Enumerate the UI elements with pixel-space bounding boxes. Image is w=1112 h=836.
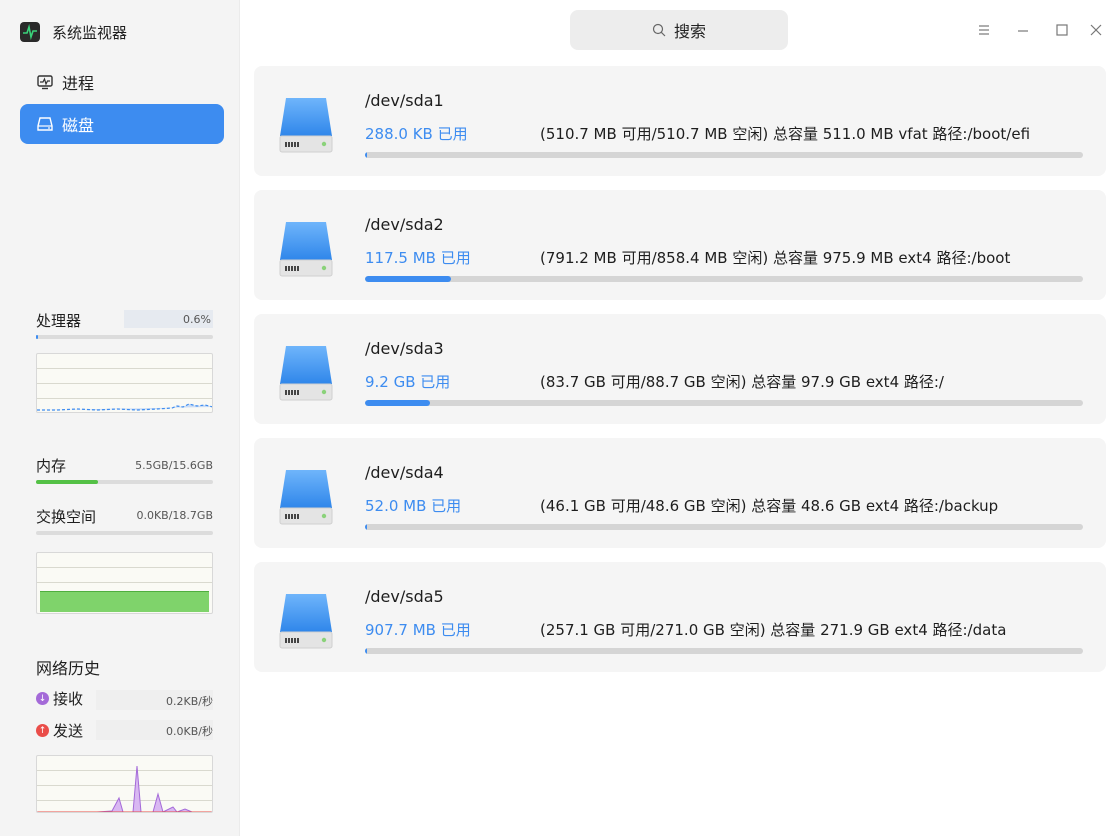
close-icon [1090, 24, 1102, 36]
cpu-usage-fill [36, 335, 38, 339]
network-send-legend: ↑ 发送 [36, 720, 83, 741]
maximize-button[interactable] [1050, 18, 1074, 42]
network-history-title: 网络历史 [36, 659, 101, 678]
close-button[interactable] [1084, 18, 1108, 42]
cpu-history-graph [36, 353, 213, 413]
disk-info: (46.1 GB 可用/48.6 GB 空闲) 总容量 48.6 GB ext4… [540, 497, 999, 515]
disk-name: /dev/sda4 [365, 463, 444, 482]
arrow-up-icon: ↑ [36, 724, 49, 737]
disk-usage-bar [365, 276, 1083, 282]
disk-info: (257.1 GB 可用/271.0 GB 空闲) 总容量 271.9 GB e… [540, 621, 1007, 639]
send-value: 0.0KB/秒 [166, 725, 213, 738]
memory-usage-fill [36, 480, 98, 484]
memory-usage-bar [36, 480, 213, 484]
sidebar-item-label: 磁盘 [62, 116, 95, 135]
network-receive-legend: ↓ 接收 [36, 688, 83, 709]
cpu-label: 处理器 [36, 312, 82, 330]
disk-used: 288.0 KB 已用 [365, 125, 468, 143]
sidebar-item-disk[interactable]: 磁盘 [20, 104, 224, 144]
disk-usage-fill [365, 648, 368, 654]
receive-label: 接收 [53, 690, 84, 708]
search-icon [652, 23, 666, 37]
disk-card[interactable]: /dev/sda4 52.0 MB 已用 (46.1 GB 可用/48.6 GB… [254, 438, 1106, 548]
disk-usage-fill [365, 276, 452, 282]
menu-button[interactable] [972, 18, 996, 42]
disk-name: /dev/sda3 [365, 339, 444, 358]
disk-usage-fill [365, 400, 430, 406]
memory-label: 内存 [36, 457, 67, 475]
disk-usage-bar [365, 400, 1083, 406]
receive-value: 0.2KB/秒 [166, 695, 213, 708]
hard-drive-icon [276, 342, 336, 404]
hamburger-menu-icon [979, 25, 989, 35]
disk-drive-icon [36, 115, 54, 133]
disk-usage-bar [365, 152, 1083, 158]
memory-history-graph [36, 552, 213, 614]
app-title: 系统监视器 [52, 23, 128, 42]
disk-used: 117.5 MB 已用 [365, 249, 471, 267]
search-box[interactable]: 搜索 [570, 10, 788, 50]
minimize-button[interactable] [1011, 18, 1035, 42]
sidebar-item-label: 进程 [62, 74, 95, 93]
memory-history-area [40, 591, 209, 612]
disk-name: /dev/sda1 [365, 91, 444, 110]
monitor-icon [36, 73, 54, 91]
app-header: 系统监视器 [20, 18, 127, 46]
swap-usage-bar [36, 531, 213, 535]
disk-info: (83.7 GB 可用/88.7 GB 空闲) 总容量 97.9 GB ext4… [540, 373, 944, 391]
arrow-down-icon: ↓ [36, 692, 49, 705]
hard-drive-icon [276, 590, 336, 652]
disk-used: 9.2 GB 已用 [365, 373, 451, 391]
cpu-value: 0.6% [183, 313, 211, 326]
sidebar-item-process[interactable]: 进程 [20, 62, 224, 102]
hard-drive-icon [276, 94, 336, 156]
disk-usage-bar [365, 648, 1083, 654]
sidebar: 系统监视器 进程 磁盘 处理器 0.6% 内存 5.5GB/15.6GB 交换空… [0, 0, 240, 836]
swap-value: 0.0KB/18.7GB [136, 509, 213, 522]
send-label: 发送 [53, 722, 84, 740]
disk-card[interactable]: /dev/sda1 288.0 KB 已用 (510.7 MB 可用/510.7… [254, 66, 1106, 176]
maximize-icon [1056, 24, 1068, 36]
disk-name: /dev/sda5 [365, 587, 444, 606]
disk-name: /dev/sda2 [365, 215, 444, 234]
network-history-graph [36, 755, 213, 813]
disk-used: 907.7 MB 已用 [365, 621, 471, 639]
disk-used: 52.0 MB 已用 [365, 497, 462, 515]
memory-value: 5.5GB/15.6GB [135, 459, 213, 472]
network-history-lines [37, 765, 212, 812]
disk-info: (510.7 MB 可用/510.7 MB 空闲) 总容量 511.0 MB v… [540, 125, 1031, 143]
hard-drive-icon [276, 218, 336, 280]
disk-usage-fill [365, 524, 368, 530]
swap-label: 交换空间 [36, 508, 97, 526]
disk-card[interactable]: /dev/sda2 117.5 MB 已用 (791.2 MB 可用/858.4… [254, 190, 1106, 300]
disk-usage-bar [365, 524, 1083, 530]
disk-card[interactable]: /dev/sda3 9.2 GB 已用 (83.7 GB 可用/88.7 GB … [254, 314, 1106, 424]
cpu-history-line [37, 403, 212, 411]
cpu-usage-bar [36, 335, 213, 339]
hard-drive-icon [276, 466, 336, 528]
disk-info: (791.2 MB 可用/858.4 MB 空闲) 总容量 975.9 MB e… [540, 249, 1011, 267]
disk-usage-fill [365, 152, 368, 158]
search-label: 搜索 [673, 22, 706, 41]
minimize-icon [1018, 30, 1028, 32]
disk-card[interactable]: /dev/sda5 907.7 MB 已用 (257.1 GB 可用/271.0… [254, 562, 1106, 672]
app-logo-icon [20, 22, 40, 42]
system-monitor-window: 系统监视器 进程 磁盘 处理器 0.6% 内存 5.5GB/15.6GB 交换空… [0, 0, 1112, 836]
